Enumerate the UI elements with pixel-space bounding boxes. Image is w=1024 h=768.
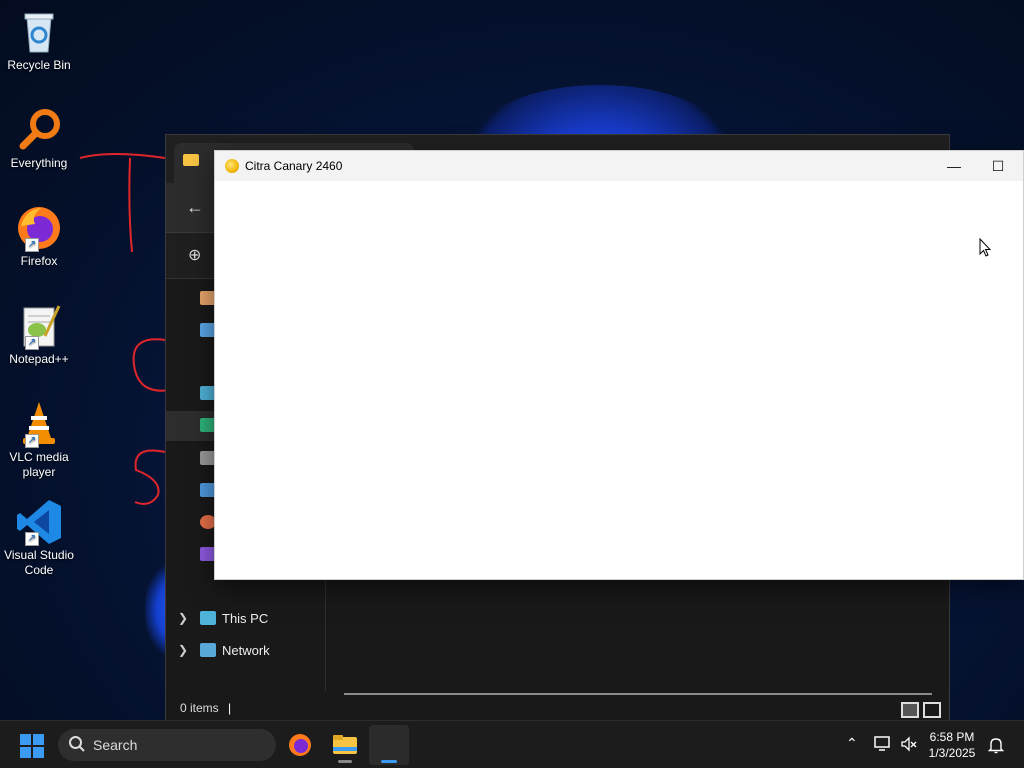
desktop-icon-vscode[interactable]: ↗ Visual Studio Code: [2, 498, 76, 578]
windows-logo-tile: [33, 747, 44, 758]
folder-icon: [183, 154, 199, 166]
desktop-icon-label: VLC media player: [9, 450, 69, 479]
taskbar-search[interactable]: Search: [58, 729, 276, 761]
window-title: Citra Canary 2460: [245, 159, 343, 173]
desktop-icon-label: Firefox: [20, 254, 58, 268]
citra-window[interactable]: Citra Canary 2460 — ☐: [214, 150, 1024, 580]
firefox-icon: ↗: [15, 204, 63, 252]
desktop-icon-firefox[interactable]: ↗ Firefox: [2, 204, 76, 269]
shortcut-arrow-icon: ↗: [25, 434, 39, 448]
windows-logo-tile: [33, 734, 44, 745]
desktop-icon-notepad-plus-plus[interactable]: ↗ Notepad++: [2, 302, 76, 367]
firefox-icon: [289, 734, 311, 756]
item-count: 0 items: [180, 701, 219, 715]
details-view-icon[interactable]: [901, 702, 919, 718]
chevron-up-icon[interactable]: ⌃: [846, 735, 858, 752]
volume-muted-icon[interactable]: [900, 736, 918, 752]
maximize-button[interactable]: ☐: [975, 151, 1021, 181]
active-indicator: [381, 760, 397, 763]
nav-item-network[interactable]: ❯ Network: [166, 636, 324, 666]
nav-label: Network: [222, 643, 270, 658]
everything-search-icon: [15, 106, 63, 154]
network-icon: [200, 643, 216, 657]
chevron-right-icon[interactable]: ❯: [178, 611, 188, 625]
text-caret: |: [228, 701, 232, 715]
back-arrow-icon[interactable]: ←: [186, 197, 204, 218]
status-bar: 0 items |: [166, 695, 949, 721]
desktop-icon-everything[interactable]: Everything: [2, 106, 76, 171]
citra-logo-icon: [225, 159, 239, 173]
red-scribble-annotation: [79, 153, 171, 505]
desktop-icon-label: Recycle Bin: [7, 58, 71, 72]
search-icon: [69, 736, 85, 752]
search-label: Search: [93, 737, 138, 753]
minimize-button[interactable]: —: [931, 151, 977, 181]
taskbar: Search ⌃ 6:58 PM 1/3/2025: [0, 720, 1024, 768]
nav-label: This PC: [222, 611, 269, 626]
shortcut-arrow-icon: ↗: [25, 532, 39, 546]
running-indicator: [338, 760, 352, 763]
view-toggle: [901, 702, 941, 718]
vscode-icon: ↗: [15, 498, 63, 546]
taskbar-file-explorer[interactable]: [325, 725, 365, 765]
taskbar-firefox[interactable]: [280, 725, 320, 765]
desktop-icon-recycle-bin[interactable]: Recycle Bin: [2, 8, 76, 73]
shortcut-arrow-icon: ↗: [25, 238, 39, 252]
tiles-view-icon[interactable]: [923, 702, 941, 718]
notepad-plus-plus-icon: ↗: [15, 302, 63, 350]
vlc-icon: ↗: [15, 400, 63, 448]
desktop-icon-label: Everything: [10, 156, 68, 170]
taskbar-clock[interactable]: 6:58 PM 1/3/2025: [922, 729, 982, 761]
windows-logo-tile: [20, 734, 31, 745]
shortcut-arrow-icon: ↗: [25, 336, 39, 350]
network-status-icon[interactable]: [874, 736, 892, 752]
file-explorer-icon: [333, 735, 357, 754]
desktop-icon-vlc[interactable]: ↗ VLC media player: [2, 400, 76, 480]
windows-logo-tile: [20, 747, 31, 758]
computer-icon: [200, 611, 216, 625]
recycle-bin-icon: [15, 8, 63, 56]
chevron-right-icon[interactable]: ❯: [178, 643, 188, 657]
mouse-cursor-icon: [979, 238, 991, 257]
desktop-icon-label: Notepad++: [9, 352, 69, 366]
citra-titlebar[interactable]: Citra Canary 2460 — ☐: [215, 151, 1023, 181]
citra-content-area[interactable]: [215, 181, 1023, 579]
new-plus-icon[interactable]: ⊕: [188, 245, 201, 265]
taskbar-citra[interactable]: [369, 725, 409, 765]
desktop-icon-label: Visual Studio Code: [4, 548, 74, 577]
clock-date: 1/3/2025: [928, 746, 976, 760]
notification-bell-icon[interactable]: [988, 736, 1004, 754]
start-button[interactable]: [20, 734, 44, 758]
nav-item-this-pc[interactable]: ❯ This PC: [166, 604, 324, 634]
clock-time: 6:58 PM: [929, 730, 975, 744]
